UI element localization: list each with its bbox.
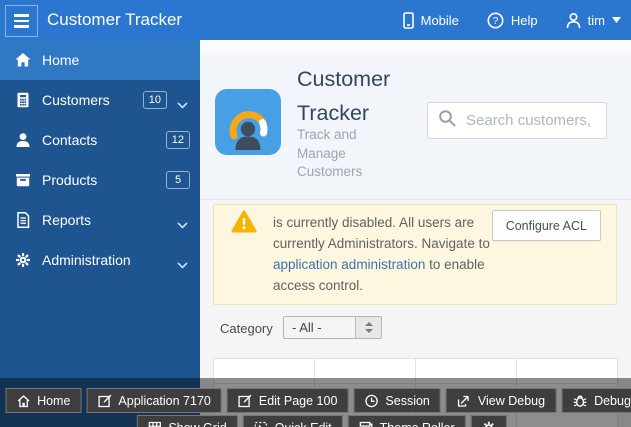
devbar-application-button[interactable]: Application 7170 xyxy=(86,388,221,413)
clock-icon xyxy=(364,394,378,408)
devbar-session-button[interactable]: Session xyxy=(353,388,440,413)
devbar-button-label: Debug xyxy=(594,394,631,408)
developer-toolbar-row2: Show Grid Quick Edit Theme Roller xyxy=(136,415,506,427)
devbar-debug-button[interactable]: Debug xyxy=(561,388,631,413)
reports-icon xyxy=(15,212,31,228)
products-count-badge: 5 xyxy=(166,171,190,189)
developer-toolbar-row1: Home Application 7170 Edit Page 100 Sess… xyxy=(5,388,631,413)
alert-message: is currently disabled. All users are cur… xyxy=(273,212,515,296)
mobile-icon xyxy=(403,12,414,29)
access-control-warning-alert: is currently disabled. All users are cur… xyxy=(213,204,617,305)
home-icon xyxy=(15,52,31,68)
cursor-icon xyxy=(254,421,268,427)
home-icon xyxy=(16,394,30,408)
search-icon xyxy=(438,109,457,133)
sidebar-item-reports[interactable]: Reports xyxy=(0,200,200,240)
edit-icon xyxy=(238,394,252,408)
developer-toolbar: Home Application 7170 Edit Page 100 Sess… xyxy=(0,378,631,427)
customers-count-badge: 10 xyxy=(143,91,167,109)
navbar-links: Mobile ? Help tim xyxy=(403,0,621,40)
mobile-link-label: Mobile xyxy=(421,13,459,28)
bug-icon xyxy=(572,394,587,408)
devbar-settings-button[interactable] xyxy=(471,415,507,427)
gear-icon xyxy=(15,252,31,268)
caret-down-icon xyxy=(612,17,621,23)
view-debug-icon xyxy=(457,394,471,408)
contacts-icon xyxy=(15,132,31,148)
chevron-down-icon xyxy=(177,96,188,114)
devbar-button-label: Edit Page 100 xyxy=(259,394,338,408)
select-spinner-icon xyxy=(355,317,381,338)
application-administration-link[interactable]: application administration xyxy=(273,257,425,272)
user-menu[interactable]: tim xyxy=(566,12,621,29)
app-window: Customer Tracker Mobile ? Help tim xyxy=(0,0,631,427)
devbar-button-label: Session xyxy=(385,394,429,408)
top-navbar: Customer Tracker Mobile ? Help tim xyxy=(0,0,631,40)
devbar-quick-edit-button[interactable]: Quick Edit xyxy=(243,415,343,427)
devbar-button-label: Theme Roller xyxy=(380,421,455,427)
category-filter-label: Category xyxy=(220,321,273,336)
devbar-button-label: Show Grid xyxy=(168,421,226,427)
devbar-theme-roller-button[interactable]: Theme Roller xyxy=(348,415,466,427)
products-icon xyxy=(15,172,31,188)
search-input[interactable] xyxy=(466,112,596,129)
page-title: Customer Tracker xyxy=(297,62,427,130)
gear-icon xyxy=(482,421,496,427)
devbar-edit-page-button[interactable]: Edit Page 100 xyxy=(227,388,349,413)
main-content: Customer Tracker Track and Manage Custom… xyxy=(200,40,631,427)
user-icon xyxy=(566,12,581,29)
sidebar-item-contacts[interactable]: Contacts 12 xyxy=(0,120,200,160)
sidebar-item-administration[interactable]: Administration xyxy=(0,240,200,280)
chevron-down-icon xyxy=(177,216,188,234)
devbar-view-debug-button[interactable]: View Debug xyxy=(446,388,556,413)
user-menu-label: tim xyxy=(588,13,605,28)
category-select-value: - All - xyxy=(284,317,355,338)
sidebar-item-home[interactable]: Home xyxy=(0,40,200,80)
search-box xyxy=(427,102,607,139)
edit-icon xyxy=(97,394,111,408)
sidebar-item-label: Products xyxy=(42,160,97,200)
svg-text:?: ? xyxy=(493,16,499,27)
chevron-down-icon xyxy=(177,256,188,274)
sidebar-item-label: Home xyxy=(42,40,79,80)
mobile-link[interactable]: Mobile xyxy=(403,12,459,29)
devbar-button-label: Home xyxy=(37,394,70,408)
contacts-count-badge: 12 xyxy=(166,131,190,149)
help-icon: ? xyxy=(487,12,504,29)
sidebar-item-label: Reports xyxy=(42,200,91,240)
sidebar-item-customers[interactable]: Customers 10 xyxy=(0,80,200,120)
devbar-show-grid-button[interactable]: Show Grid xyxy=(136,415,237,427)
warning-icon xyxy=(231,210,257,239)
sidebar-item-products[interactable]: Products 5 xyxy=(0,160,200,200)
help-link[interactable]: ? Help xyxy=(487,12,538,29)
app-title: Customer Tracker xyxy=(47,0,182,40)
page-header-region: Customer Tracker Track and Manage Custom… xyxy=(200,40,631,200)
app-logo-icon xyxy=(215,89,281,155)
roller-icon xyxy=(359,421,373,427)
devbar-button-label: Application 7170 xyxy=(118,394,210,408)
page-subtitle: Track and Manage Customers xyxy=(297,126,387,182)
sidebar-item-label: Administration xyxy=(42,240,131,280)
devbar-home-button[interactable]: Home xyxy=(5,388,81,413)
sidebar-item-label: Customers xyxy=(42,80,110,120)
category-select[interactable]: - All - xyxy=(283,316,382,339)
devbar-button-label: View Debug xyxy=(478,394,545,408)
configure-acl-button[interactable]: Configure ACL xyxy=(492,210,601,241)
alert-text-before: is currently disabled. All users are cur… xyxy=(273,215,490,251)
hamburger-menu-button[interactable] xyxy=(5,5,38,37)
help-link-label: Help xyxy=(511,13,538,28)
sidebar-nav: Home Customers 10 Contacts 12 Products xyxy=(0,40,200,427)
customers-icon xyxy=(15,92,31,108)
sidebar-item-label: Contacts xyxy=(42,120,97,160)
devbar-button-label: Quick Edit xyxy=(275,421,332,427)
grid-icon xyxy=(147,421,161,427)
